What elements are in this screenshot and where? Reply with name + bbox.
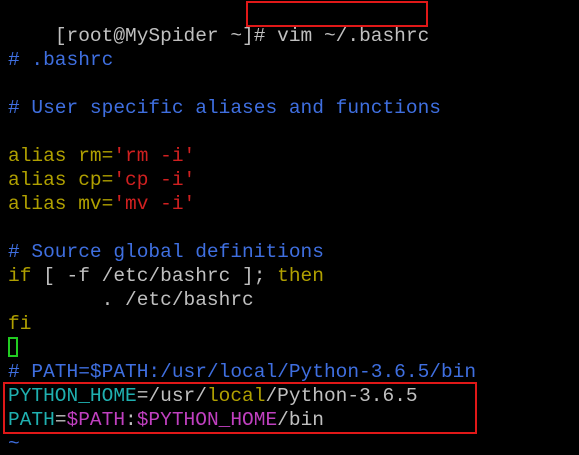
alias-keyword: alias [8,169,67,191]
if-line: if [ -f /etc/bashrc ]; then [8,264,324,288]
alias-line-cp: alias cp='cp -i' [8,168,195,192]
alias-keyword: alias [8,193,67,215]
alias-value: 'cp -i' [113,169,196,191]
prompt-command: vim ~/.bashrc [277,25,430,47]
if-condition: [ -f /etc/bashrc ]; [31,265,278,287]
source-line: . /etc/bashrc [8,289,254,311]
terminal-window[interactable]: [root@MySpider ~]# vim ~/.bashrc # .bash… [0,0,579,455]
comment-user-aliases: # User specific aliases and functions [8,97,441,119]
alias-value: 'rm -i' [113,145,196,167]
comment-bashrc: # .bashrc [8,49,114,71]
alias-value: 'mv -i' [113,193,196,215]
comment-source-global: # Source global definitions [8,241,324,263]
prompt-user-host: [root@MySpider ~]# [54,25,266,47]
text-cursor [8,337,18,357]
command-highlight-box [246,1,428,27]
env-highlight-box [3,382,477,434]
comment-path: # PATH=$PATH:/usr/local/Python-3.6.5/bin [8,361,477,383]
alias-name: mv= [66,193,114,215]
alias-line-mv: alias mv='mv -i' [8,192,195,216]
alias-name: rm= [66,145,114,167]
then-keyword: then [277,265,324,287]
alias-name: cp= [66,169,114,191]
alias-keyword: alias [8,145,67,167]
empty-line-tilde: ~ [8,433,20,455]
fi-keyword: fi [8,313,32,335]
if-keyword: if [8,265,32,287]
alias-line-rm: alias rm='rm -i' [8,144,195,168]
